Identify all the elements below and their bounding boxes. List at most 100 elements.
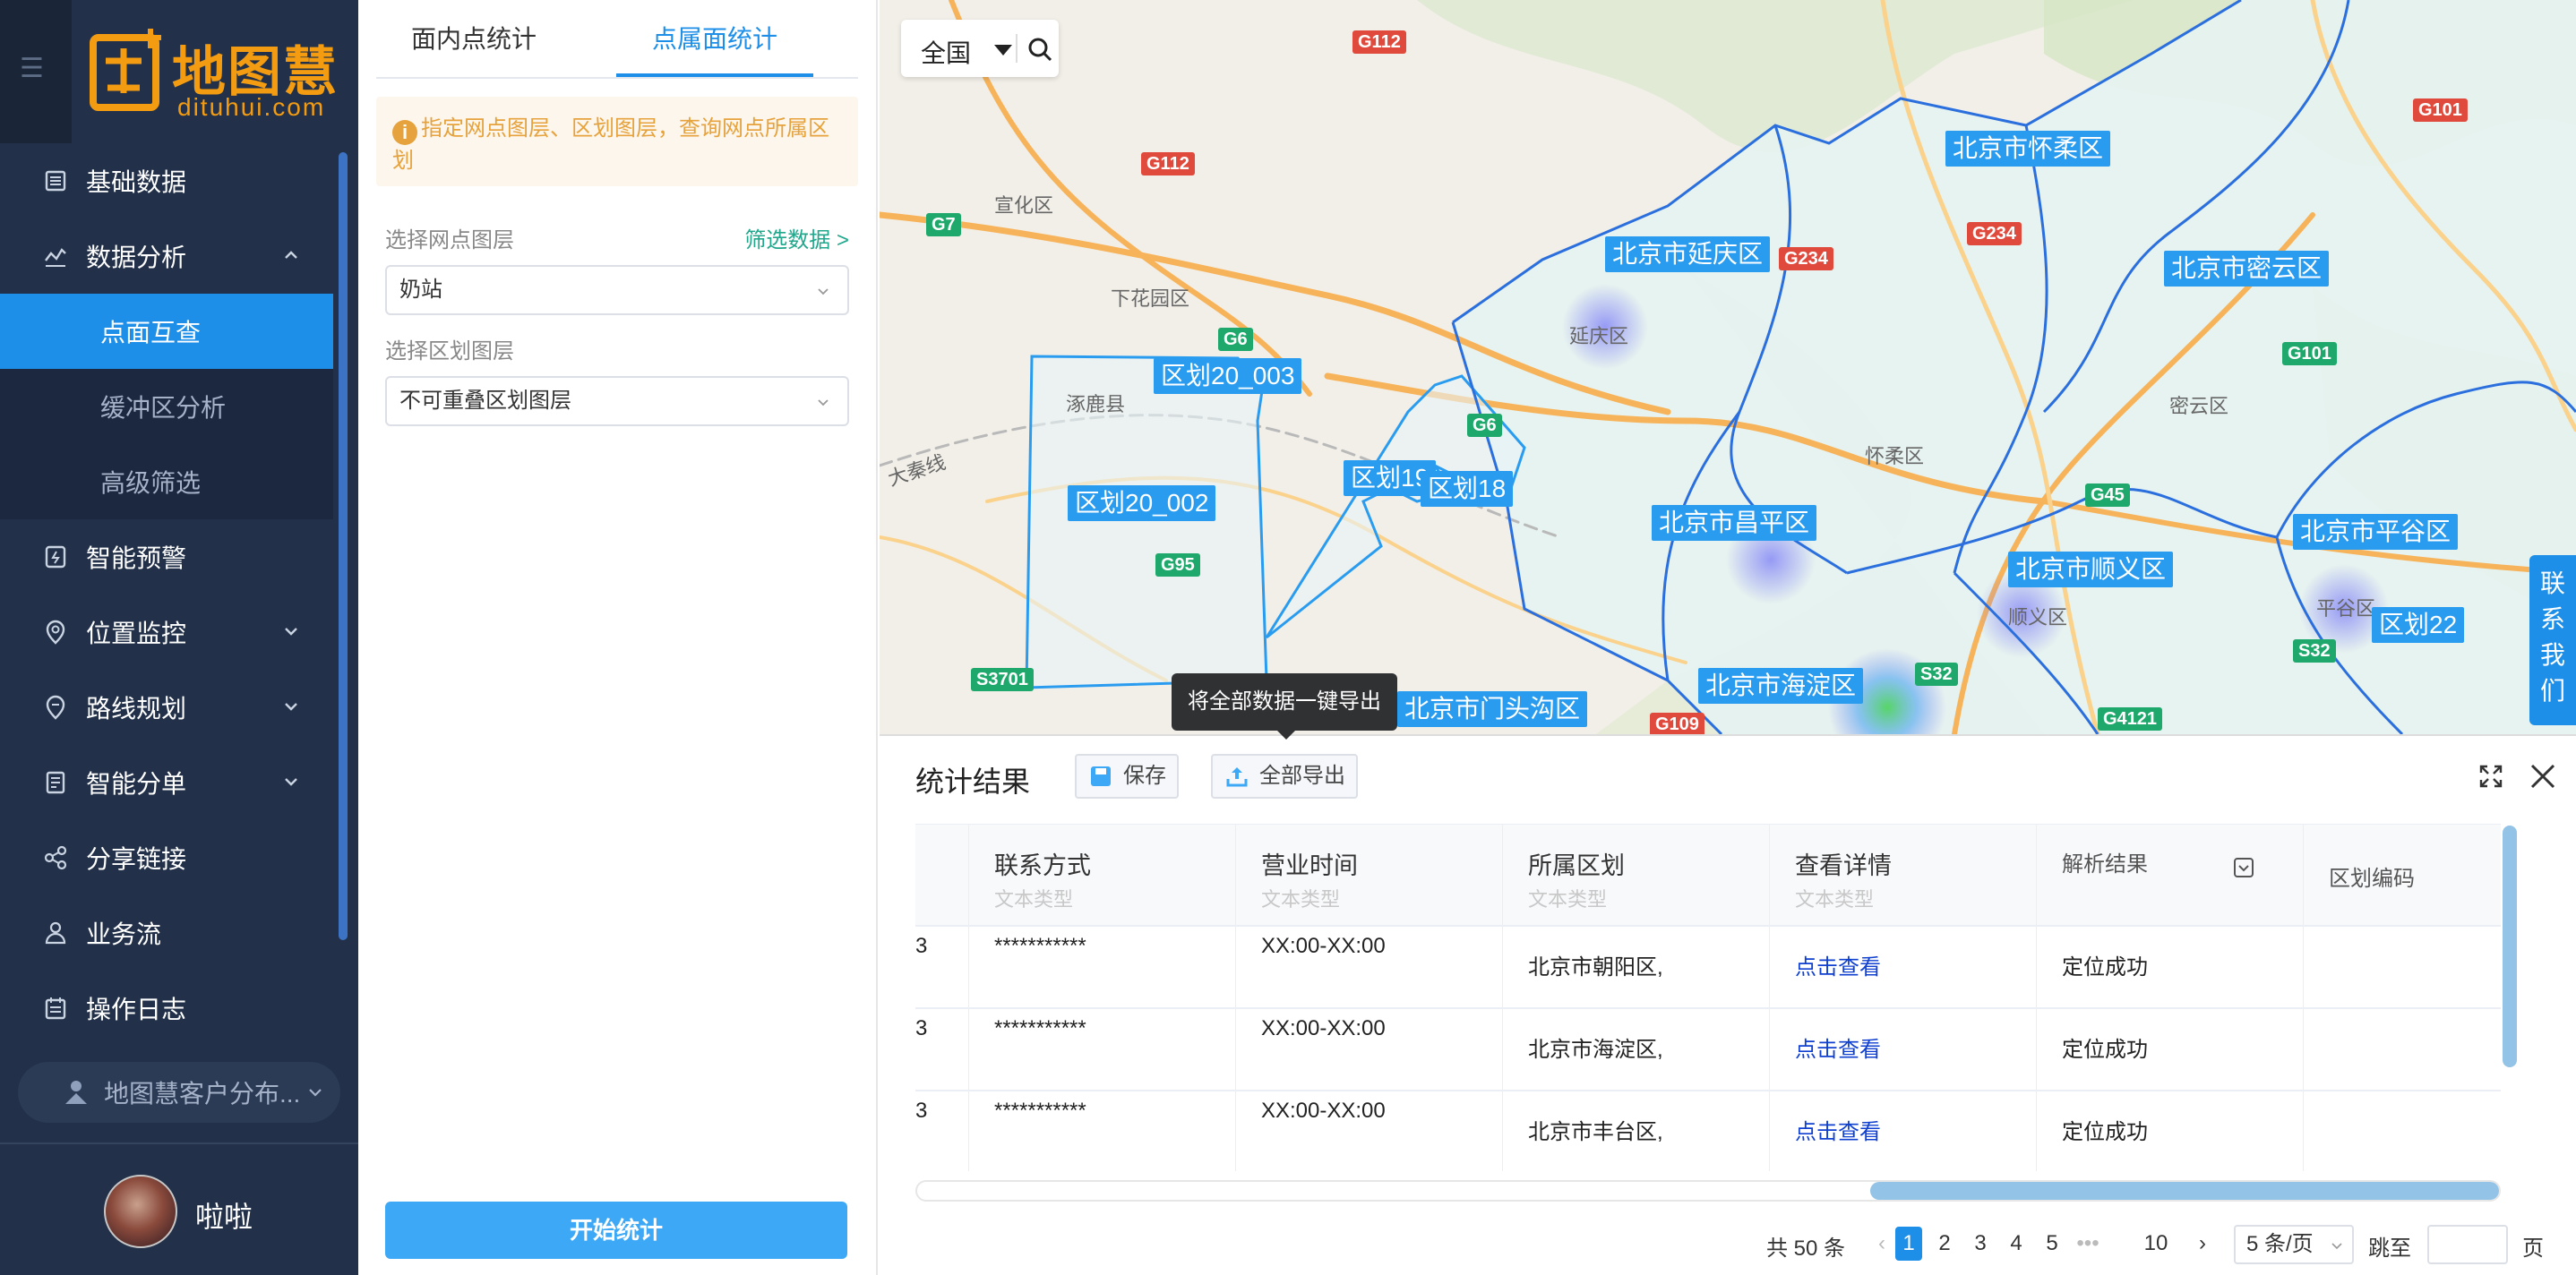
page-button-3[interactable]: 3 bbox=[1967, 1227, 1994, 1261]
column-title: 联系方式 bbox=[994, 852, 1091, 879]
district-label[interactable]: 区划18 bbox=[1421, 471, 1514, 507]
filter-data-link[interactable]: 筛选数据 > bbox=[744, 222, 849, 253]
table-vertical-scroll-thumb[interactable] bbox=[2503, 826, 2517, 1067]
sidebar-subitem-point-area-query[interactable]: 点面互查 bbox=[0, 294, 333, 369]
cell-result: 定位成功 bbox=[2037, 1009, 2304, 1091]
sidebar-scrollbar[interactable] bbox=[339, 152, 348, 940]
road-label: S32 bbox=[1915, 663, 1958, 686]
sidebar-item-workflow[interactable]: 业务流 bbox=[0, 895, 333, 971]
map-search-box: 全国 bbox=[901, 20, 1059, 77]
column-type: 文本类型 bbox=[994, 888, 1074, 911]
analysis-icon bbox=[39, 240, 72, 272]
search-icon[interactable] bbox=[1026, 36, 1053, 63]
sidebar-item-label: 数据分析 bbox=[86, 244, 187, 271]
tab-points-in-area[interactable]: 面内点统计 bbox=[376, 0, 571, 79]
table-row[interactable]: 3 *********** XX:00-XX:00 北京市丰台区, 点击查看 定… bbox=[915, 1091, 2501, 1171]
district-label[interactable]: 北京市门头沟区 bbox=[1397, 691, 1588, 727]
sidebar-item-label: 路线规划 bbox=[86, 695, 187, 723]
region-selector[interactable]: 全国 bbox=[921, 34, 971, 70]
sidebar-item-operation-log[interactable]: 操作日志 bbox=[0, 971, 333, 1046]
start-statistics-button[interactable]: 开始统计 bbox=[385, 1202, 847, 1259]
column-header-detail[interactable]: 查看详情 文本类型 bbox=[1770, 825, 2037, 927]
table-row[interactable]: 3 *********** XX:00-XX:00 北京市朝阳区, 点击查看 定… bbox=[915, 927, 2501, 1009]
district-label[interactable]: 北京市密云区 bbox=[2164, 251, 2330, 287]
export-label: 全部导出 bbox=[1259, 764, 1345, 788]
district-label[interactable]: 区划20_002 bbox=[1068, 485, 1216, 521]
collapse-menu-icon[interactable]: ☰ bbox=[20, 56, 52, 82]
sidebar-item-share-link[interactable]: 分享链接 bbox=[0, 820, 333, 895]
cell-leading: 3 bbox=[915, 1091, 969, 1171]
contact-us-button[interactable]: 联系我们 bbox=[2529, 555, 2576, 725]
prev-page-button[interactable]: ‹ bbox=[1868, 1227, 1895, 1261]
cell-hours: XX:00-XX:00 bbox=[1236, 1009, 1503, 1091]
page-button-5[interactable]: 5 bbox=[2039, 1227, 2065, 1261]
view-detail-link[interactable]: 点击查看 bbox=[1770, 1009, 2037, 1091]
tooltip-arrow bbox=[1277, 731, 1295, 740]
page-ellipsis[interactable]: ••• bbox=[2074, 1227, 2101, 1261]
district-label[interactable]: 北京市顺义区 bbox=[2008, 552, 2174, 587]
table-horizontal-scroll-thumb[interactable] bbox=[1870, 1182, 2499, 1200]
sidebar-item-location-monitor[interactable]: 位置监控 bbox=[0, 595, 333, 670]
point-layer-select[interactable]: 奶站 bbox=[385, 265, 849, 315]
export-all-button[interactable]: 全部导出 bbox=[1211, 754, 1358, 799]
column-header-region[interactable]: 所属区划 文本类型 bbox=[1503, 825, 1770, 927]
column-header-contact[interactable]: 联系方式 文本类型 bbox=[969, 825, 1236, 927]
map-place-name: 怀柔区 bbox=[1865, 445, 1925, 467]
sidebar-item-data-analysis[interactable]: 数据分析 bbox=[0, 218, 333, 294]
cell-leading: 3 bbox=[915, 927, 969, 1009]
filter-icon[interactable] bbox=[2233, 857, 2254, 878]
district-label[interactable]: 北京市平谷区 bbox=[2293, 514, 2459, 550]
cell-region: 北京市海淀区, bbox=[1503, 1009, 1770, 1091]
table-header: 联系方式 文本类型 营业时间 文本类型 所属区划 文本类型 查看详情 文本类型 … bbox=[915, 825, 2501, 927]
jump-page-input[interactable] bbox=[2427, 1225, 2508, 1264]
district-label[interactable]: 北京市怀柔区 bbox=[1945, 131, 2111, 167]
save-button[interactable]: 保存 bbox=[1075, 754, 1179, 799]
tab-point-belongs-area[interactable]: 点属面统计 bbox=[616, 0, 813, 79]
workspace-selector[interactable]: 地图慧客户分布... bbox=[18, 1062, 340, 1123]
cell-region-code bbox=[2304, 1009, 2501, 1091]
sidebar-item-route-planning[interactable]: 路线规划 bbox=[0, 670, 333, 745]
column-title: 查看详情 bbox=[1795, 852, 1892, 879]
district-label[interactable]: 区划22 bbox=[2372, 607, 2465, 643]
sidebar-subitem-advanced-filter[interactable]: 高级筛选 bbox=[0, 444, 333, 519]
road-label: G101 bbox=[2413, 98, 2468, 122]
view-detail-link[interactable]: 点击查看 bbox=[1770, 1091, 2037, 1171]
expand-icon[interactable] bbox=[2477, 763, 2504, 790]
column-header-hours[interactable]: 营业时间 文本类型 bbox=[1236, 825, 1503, 927]
sidebar-item-smart-alert[interactable]: 智能预警 bbox=[0, 519, 333, 595]
district-label[interactable]: 北京市延庆区 bbox=[1605, 236, 1771, 272]
road-label: G101 bbox=[2282, 342, 2337, 365]
sidebar-item-basic-data[interactable]: 基础数据 bbox=[0, 143, 333, 218]
sidebar-menu: 基础数据 数据分析 点面互查 缓冲区分析 高级筛选 智能预警 位置监控 路线规划… bbox=[0, 143, 333, 1046]
column-type: 文本类型 bbox=[1528, 888, 1608, 911]
district-label[interactable]: 区划20_003 bbox=[1154, 358, 1302, 394]
page-button-1[interactable]: 1 bbox=[1895, 1227, 1922, 1261]
district-label[interactable]: 北京市海淀区 bbox=[1698, 668, 1864, 704]
info-icon: i bbox=[392, 120, 417, 145]
next-page-button[interactable]: › bbox=[2189, 1227, 2216, 1261]
map-canvas[interactable]: 宣化区 下花园区 涿鹿县 延庆区 怀柔区 密云区 顺义区 平谷区 大秦线 G11… bbox=[880, 0, 2576, 734]
route-icon bbox=[39, 691, 72, 723]
sidebar-subitem-buffer-analysis[interactable]: 缓冲区分析 bbox=[0, 369, 333, 444]
column-header-result[interactable]: 解析结果 bbox=[2037, 825, 2304, 927]
sidebar-item-smart-dispatch[interactable]: 智能分单 bbox=[0, 745, 333, 820]
page-button-4[interactable]: 4 bbox=[2003, 1227, 2030, 1261]
district-label[interactable]: 北京市昌平区 bbox=[1652, 505, 1817, 541]
page-button-2[interactable]: 2 bbox=[1931, 1227, 1958, 1261]
avatar[interactable] bbox=[104, 1175, 177, 1248]
logo-icon bbox=[90, 29, 161, 111]
dispatch-icon bbox=[39, 766, 72, 799]
close-icon[interactable] bbox=[2528, 761, 2558, 792]
page-size-select[interactable]: 5 条/页 bbox=[2234, 1225, 2354, 1264]
point-layer-value: 奶站 bbox=[399, 278, 442, 302]
column-header-region-code[interactable]: 区划编码 bbox=[2304, 825, 2501, 927]
page-button-10[interactable]: 10 bbox=[2142, 1227, 2169, 1261]
region-layer-select[interactable]: 不可重叠区划图层 bbox=[385, 376, 849, 426]
column-title: 营业时间 bbox=[1261, 852, 1358, 879]
road-label: G112 bbox=[1141, 152, 1195, 175]
view-detail-link[interactable]: 点击查看 bbox=[1770, 927, 2037, 1009]
chevron-down-icon bbox=[818, 399, 829, 406]
road-label: G234 bbox=[1967, 222, 2022, 245]
table-row[interactable]: 3 *********** XX:00-XX:00 北京市海淀区, 点击查看 定… bbox=[915, 1009, 2501, 1091]
region-layer-value: 不可重叠区划图层 bbox=[399, 389, 571, 413]
